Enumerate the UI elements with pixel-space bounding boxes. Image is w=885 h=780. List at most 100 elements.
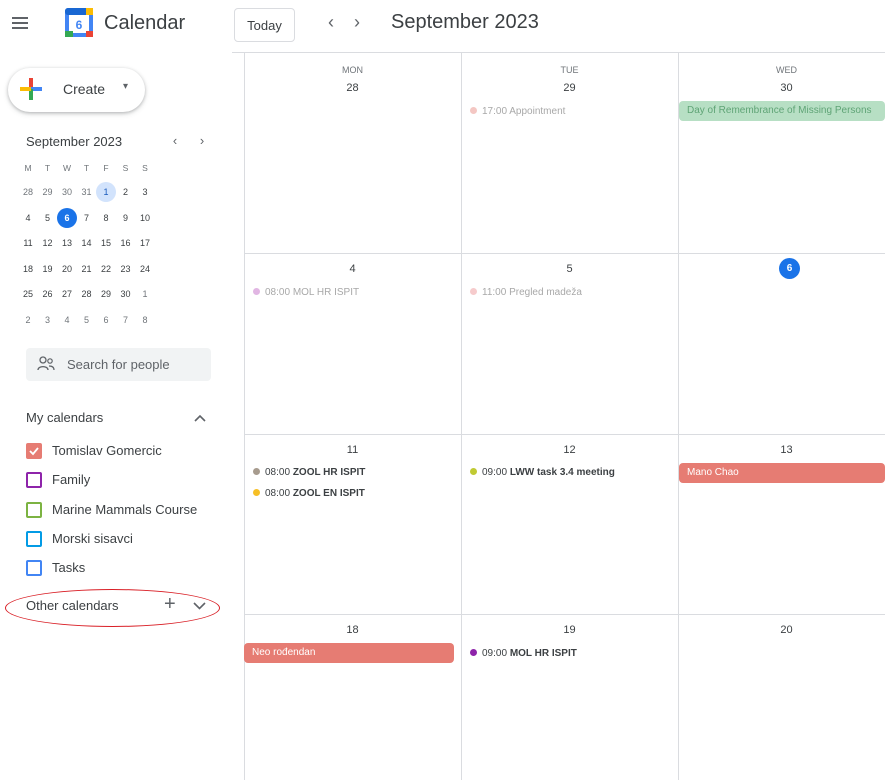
calendar-item-tasks[interactable]: Tasks [26,557,216,579]
day-number[interactable]: 11 [244,444,461,456]
event-pregled-madeza[interactable]: 11:00 Pregled madeža [470,285,656,301]
mini-calendar-day[interactable]: 10 [135,208,155,228]
mini-calendar-day[interactable]: 25 [18,284,38,304]
mini-calendar-day[interactable]: 27 [57,284,77,304]
day-number[interactable]: 30 [678,82,885,94]
mini-calendar-day[interactable]: 14 [77,233,97,253]
calendar-item-morski-sisavci[interactable]: Morski sisavci [26,528,216,550]
event-dot [470,468,477,475]
mini-calendar-day[interactable]: 13 [57,233,77,253]
event-time: 09:00 [482,648,508,659]
chevron-up-icon[interactable] [194,410,206,426]
search-people-placeholder: Search for people [67,357,170,372]
day-number[interactable]: 12 [461,444,678,456]
event-lww-meeting[interactable]: 09:00 LWW task 3.4 meeting [470,465,656,481]
mini-prev-month-icon[interactable]: ‹ [168,133,182,148]
day-number[interactable]: 5 [461,263,678,275]
mini-calendar-day[interactable]: 8 [135,310,155,330]
event-appointment[interactable]: 17:00 Appointment [470,104,656,120]
today-day-number[interactable]: 6 [779,258,800,279]
mini-weekday-header: M [24,163,32,173]
mini-calendar-day[interactable]: 22 [96,259,116,279]
event-mol-hr-ispit[interactable]: 08:00 MOL HR ISPIT [253,285,453,301]
calendar-item-label: Tomislav Gomercic [52,443,162,458]
event-mol-hr-ispit-19[interactable]: 09:00 MOL HR ISPIT [470,646,656,662]
mini-calendar-day[interactable]: 17 [135,233,155,253]
event-day-of-remembrance[interactable]: Day of Remembrance of Missing Persons [679,101,885,121]
next-period-icon[interactable]: › [347,12,367,33]
day-number[interactable]: 20 [678,624,885,636]
checkbox-icon[interactable] [26,530,42,547]
mini-calendar-day[interactable]: 3 [135,182,155,202]
mini-calendar-day[interactable]: 29 [38,182,58,202]
mini-calendar-day[interactable]: 30 [116,284,136,304]
event-zool-hr-ispit[interactable]: 08:00 ZOOL HR ISPIT [253,465,453,481]
calendar-item-marine-mammals-course[interactable]: Marine Mammals Course [26,499,216,521]
dow-wed: WED [776,65,797,75]
mini-calendar-day[interactable]: 16 [116,233,136,253]
checkbox-icon[interactable] [26,560,42,577]
current-month-title: September 2023 [391,11,539,33]
mini-calendar-day[interactable]: 28 [18,182,38,202]
prev-period-icon[interactable]: ‹ [321,12,341,33]
event-neo-rodendan[interactable]: Neo rođendan [244,643,454,663]
mini-calendar-day[interactable]: 11 [18,233,38,253]
event-dot [470,649,477,656]
mini-calendar-day[interactable]: 21 [77,259,97,279]
mini-calendar-day[interactable]: 6 [96,310,116,330]
mini-next-month-icon[interactable]: › [195,133,209,148]
mini-calendar-day[interactable]: 5 [77,310,97,330]
calendar-item-family[interactable]: Family [26,469,216,491]
mini-calendar-day[interactable]: 23 [116,259,136,279]
my-calendars-title[interactable]: My calendars [26,410,103,425]
mini-calendar-day[interactable]: 20 [57,259,77,279]
event-title: MOL HR ISPIT [292,287,360,298]
mini-calendar-day[interactable]: 1 [96,182,116,202]
mini-calendar-day[interactable]: 15 [96,233,116,253]
calendar-item-tomislav-gomercic[interactable]: Tomislav Gomercic [26,440,216,462]
day-number[interactable]: 19 [461,624,678,636]
mini-calendar-day[interactable]: 3 [38,310,58,330]
event-title: LWW task 3.4 meeting [509,467,615,478]
checkbox-checked-icon[interactable] [26,443,42,459]
mini-calendar-day[interactable]: 31 [77,182,97,202]
mini-calendar-day[interactable]: 4 [57,310,77,330]
mini-calendar-day[interactable]: 7 [116,310,136,330]
event-title: Pregled madeža [509,287,582,298]
day-number[interactable]: 18 [244,624,461,636]
mini-calendar-day[interactable]: 5 [38,208,58,228]
mini-calendar-day[interactable]: 18 [18,259,38,279]
event-title: ZOOL HR ISPIT [292,467,366,478]
event-zool-en-ispit[interactable]: 08:00 ZOOL EN ISPIT [253,486,453,502]
create-button[interactable]: Create ▾ [8,68,145,112]
mini-calendar-day[interactable]: 30 [57,182,77,202]
mini-calendar-day[interactable]: 24 [135,259,155,279]
mini-calendar-day[interactable]: 1 [135,284,155,304]
mini-calendar-day[interactable]: 12 [38,233,58,253]
event-dot [470,288,477,295]
mini-calendar-day[interactable]: 4 [18,208,38,228]
mini-calendar-day[interactable]: 8 [96,208,116,228]
today-button[interactable]: Today [234,8,295,42]
mini-calendar-day[interactable]: 19 [38,259,58,279]
day-number[interactable]: 13 [678,444,885,456]
event-dot [470,107,477,114]
mini-calendar-day[interactable]: 28 [77,284,97,304]
mini-calendar-day[interactable]: 2 [116,182,136,202]
mini-calendar-day[interactable]: 29 [96,284,116,304]
checkbox-icon[interactable] [26,472,42,489]
day-number[interactable]: 4 [244,263,461,275]
mini-calendar-day[interactable]: 6 [57,207,77,228]
search-people-input[interactable]: Search for people [26,348,211,381]
day-number[interactable]: 28 [244,82,461,94]
mini-calendar-day[interactable]: 26 [38,284,58,304]
mini-calendar-day[interactable]: 7 [77,208,97,228]
day-number[interactable]: 29 [461,82,678,94]
main-menu-icon[interactable] [12,14,30,32]
people-icon [37,356,55,371]
mini-calendar-day[interactable]: 9 [116,208,136,228]
app-title: Calendar [104,12,186,34]
mini-calendar-day[interactable]: 2 [18,310,38,330]
checkbox-icon[interactable] [26,501,42,518]
event-mano-chao[interactable]: Mano Chao [679,463,885,483]
